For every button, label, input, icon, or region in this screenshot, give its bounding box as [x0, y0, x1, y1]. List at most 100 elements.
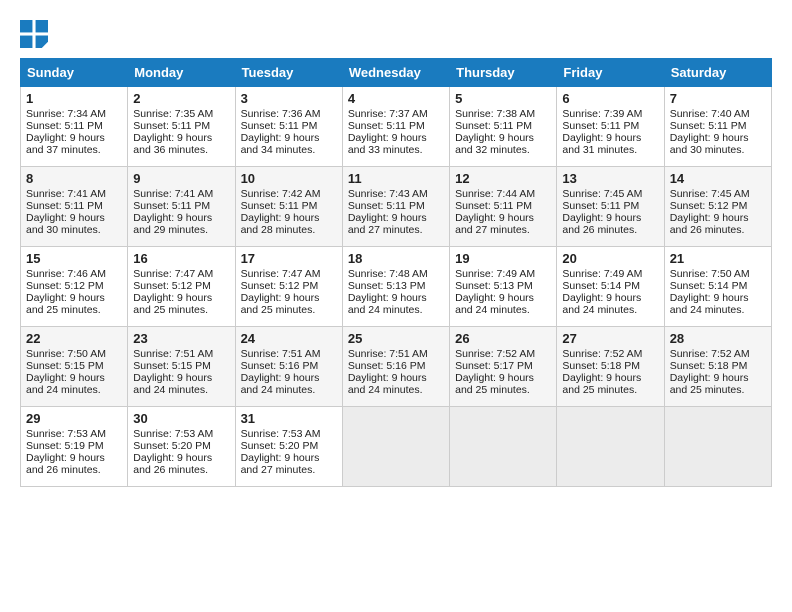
day-number: 20: [562, 251, 658, 266]
calendar-cell: 17Sunrise: 7:47 AMSunset: 5:12 PMDayligh…: [235, 247, 342, 327]
calendar-cell: [557, 407, 664, 487]
col-header-monday: Monday: [128, 59, 235, 87]
sunset: Sunset: 5:11 PM: [348, 120, 425, 132]
sunset: Sunset: 5:16 PM: [241, 360, 319, 372]
day-number: 30: [133, 411, 229, 426]
sunrise: Sunrise: 7:42 AM: [241, 188, 321, 200]
calendar-cell: 22Sunrise: 7:50 AMSunset: 5:15 PMDayligh…: [21, 327, 128, 407]
sunset: Sunset: 5:14 PM: [562, 280, 640, 292]
col-header-wednesday: Wednesday: [342, 59, 449, 87]
day-number: 3: [241, 91, 337, 106]
sunset: Sunset: 5:18 PM: [670, 360, 748, 372]
sunrise: Sunrise: 7:36 AM: [241, 108, 321, 120]
day-number: 7: [670, 91, 766, 106]
col-header-sunday: Sunday: [21, 59, 128, 87]
day-number: 29: [26, 411, 122, 426]
daylight-label: Daylight: 9 hoursand 25 minutes.: [562, 372, 641, 396]
day-number: 19: [455, 251, 551, 266]
sunrise: Sunrise: 7:53 AM: [133, 428, 213, 440]
page-header: [20, 20, 772, 48]
day-number: 13: [562, 171, 658, 186]
logo: [20, 20, 52, 48]
daylight-label: Daylight: 9 hoursand 24 minutes.: [455, 292, 534, 316]
sunrise: Sunrise: 7:41 AM: [26, 188, 106, 200]
sunrise: Sunrise: 7:51 AM: [348, 348, 428, 360]
daylight-label: Daylight: 9 hoursand 24 minutes.: [241, 372, 320, 396]
calendar-cell: 12Sunrise: 7:44 AMSunset: 5:11 PMDayligh…: [450, 167, 557, 247]
sunset: Sunset: 5:13 PM: [455, 280, 533, 292]
day-number: 16: [133, 251, 229, 266]
calendar-cell: 19Sunrise: 7:49 AMSunset: 5:13 PMDayligh…: [450, 247, 557, 327]
calendar-cell: 30Sunrise: 7:53 AMSunset: 5:20 PMDayligh…: [128, 407, 235, 487]
sunrise: Sunrise: 7:39 AM: [562, 108, 642, 120]
daylight-label: Daylight: 9 hoursand 24 minutes.: [348, 372, 427, 396]
col-header-saturday: Saturday: [664, 59, 771, 87]
day-number: 2: [133, 91, 229, 106]
daylight-label: Daylight: 9 hoursand 24 minutes.: [348, 292, 427, 316]
calendar-header-row: SundayMondayTuesdayWednesdayThursdayFrid…: [21, 59, 772, 87]
sunrise: Sunrise: 7:44 AM: [455, 188, 535, 200]
daylight-label: Daylight: 9 hoursand 25 minutes.: [133, 292, 212, 316]
daylight-label: Daylight: 9 hoursand 25 minutes.: [241, 292, 320, 316]
sunrise: Sunrise: 7:46 AM: [26, 268, 106, 280]
day-number: 27: [562, 331, 658, 346]
calendar-cell: 6Sunrise: 7:39 AMSunset: 5:11 PMDaylight…: [557, 87, 664, 167]
sunrise: Sunrise: 7:47 AM: [133, 268, 213, 280]
sunrise: Sunrise: 7:50 AM: [26, 348, 106, 360]
daylight-label: Daylight: 9 hoursand 26 minutes.: [26, 452, 105, 476]
daylight-label: Daylight: 9 hoursand 26 minutes.: [562, 212, 641, 236]
daylight-label: Daylight: 9 hoursand 24 minutes.: [562, 292, 641, 316]
calendar-week-4: 22Sunrise: 7:50 AMSunset: 5:15 PMDayligh…: [21, 327, 772, 407]
calendar-cell: 16Sunrise: 7:47 AMSunset: 5:12 PMDayligh…: [128, 247, 235, 327]
daylight-label: Daylight: 9 hoursand 31 minutes.: [562, 132, 641, 156]
daylight-label: Daylight: 9 hoursand 36 minutes.: [133, 132, 212, 156]
calendar-cell: 25Sunrise: 7:51 AMSunset: 5:16 PMDayligh…: [342, 327, 449, 407]
day-number: 9: [133, 171, 229, 186]
sunset: Sunset: 5:12 PM: [241, 280, 319, 292]
day-number: 5: [455, 91, 551, 106]
daylight-label: Daylight: 9 hoursand 37 minutes.: [26, 132, 105, 156]
calendar-week-3: 15Sunrise: 7:46 AMSunset: 5:12 PMDayligh…: [21, 247, 772, 327]
calendar-cell: 23Sunrise: 7:51 AMSunset: 5:15 PMDayligh…: [128, 327, 235, 407]
day-number: 24: [241, 331, 337, 346]
calendar-table: SundayMondayTuesdayWednesdayThursdayFrid…: [20, 58, 772, 487]
sunset: Sunset: 5:15 PM: [133, 360, 211, 372]
calendar-cell: 8Sunrise: 7:41 AMSunset: 5:11 PMDaylight…: [21, 167, 128, 247]
day-number: 23: [133, 331, 229, 346]
sunset: Sunset: 5:17 PM: [455, 360, 533, 372]
calendar-cell: 10Sunrise: 7:42 AMSunset: 5:11 PMDayligh…: [235, 167, 342, 247]
calendar-cell: [450, 407, 557, 487]
sunset: Sunset: 5:20 PM: [133, 440, 211, 452]
sunset: Sunset: 5:12 PM: [670, 200, 748, 212]
sunrise: Sunrise: 7:51 AM: [241, 348, 321, 360]
calendar-cell: 4Sunrise: 7:37 AMSunset: 5:11 PMDaylight…: [342, 87, 449, 167]
sunrise: Sunrise: 7:43 AM: [348, 188, 428, 200]
calendar-cell: 11Sunrise: 7:43 AMSunset: 5:11 PMDayligh…: [342, 167, 449, 247]
day-number: 18: [348, 251, 444, 266]
sunrise: Sunrise: 7:37 AM: [348, 108, 428, 120]
sunset: Sunset: 5:11 PM: [455, 200, 532, 212]
calendar-cell: [342, 407, 449, 487]
day-number: 17: [241, 251, 337, 266]
sunrise: Sunrise: 7:48 AM: [348, 268, 428, 280]
day-number: 10: [241, 171, 337, 186]
daylight-label: Daylight: 9 hoursand 26 minutes.: [670, 212, 749, 236]
calendar-cell: 28Sunrise: 7:52 AMSunset: 5:18 PMDayligh…: [664, 327, 771, 407]
sunrise: Sunrise: 7:51 AM: [133, 348, 213, 360]
calendar-cell: 14Sunrise: 7:45 AMSunset: 5:12 PMDayligh…: [664, 167, 771, 247]
sunrise: Sunrise: 7:52 AM: [562, 348, 642, 360]
day-number: 1: [26, 91, 122, 106]
sunrise: Sunrise: 7:52 AM: [455, 348, 535, 360]
sunset: Sunset: 5:20 PM: [241, 440, 319, 452]
calendar-cell: 24 Sunrise: 7:51 AMSunset: 5:16 PMDayligh…: [235, 327, 342, 407]
day-number: 21: [670, 251, 766, 266]
sunrise: Sunrise: 7:41 AM: [133, 188, 213, 200]
sunset: Sunset: 5:11 PM: [562, 120, 639, 132]
sunset: Sunset: 5:11 PM: [562, 200, 639, 212]
calendar-cell: 13Sunrise: 7:45 AMSunset: 5:11 PMDayligh…: [557, 167, 664, 247]
sunset: Sunset: 5:11 PM: [26, 200, 103, 212]
col-header-thursday: Thursday: [450, 59, 557, 87]
day-number: 8: [26, 171, 122, 186]
calendar-cell: 5Sunrise: 7:38 AMSunset: 5:11 PMDaylight…: [450, 87, 557, 167]
calendar-cell: [664, 407, 771, 487]
